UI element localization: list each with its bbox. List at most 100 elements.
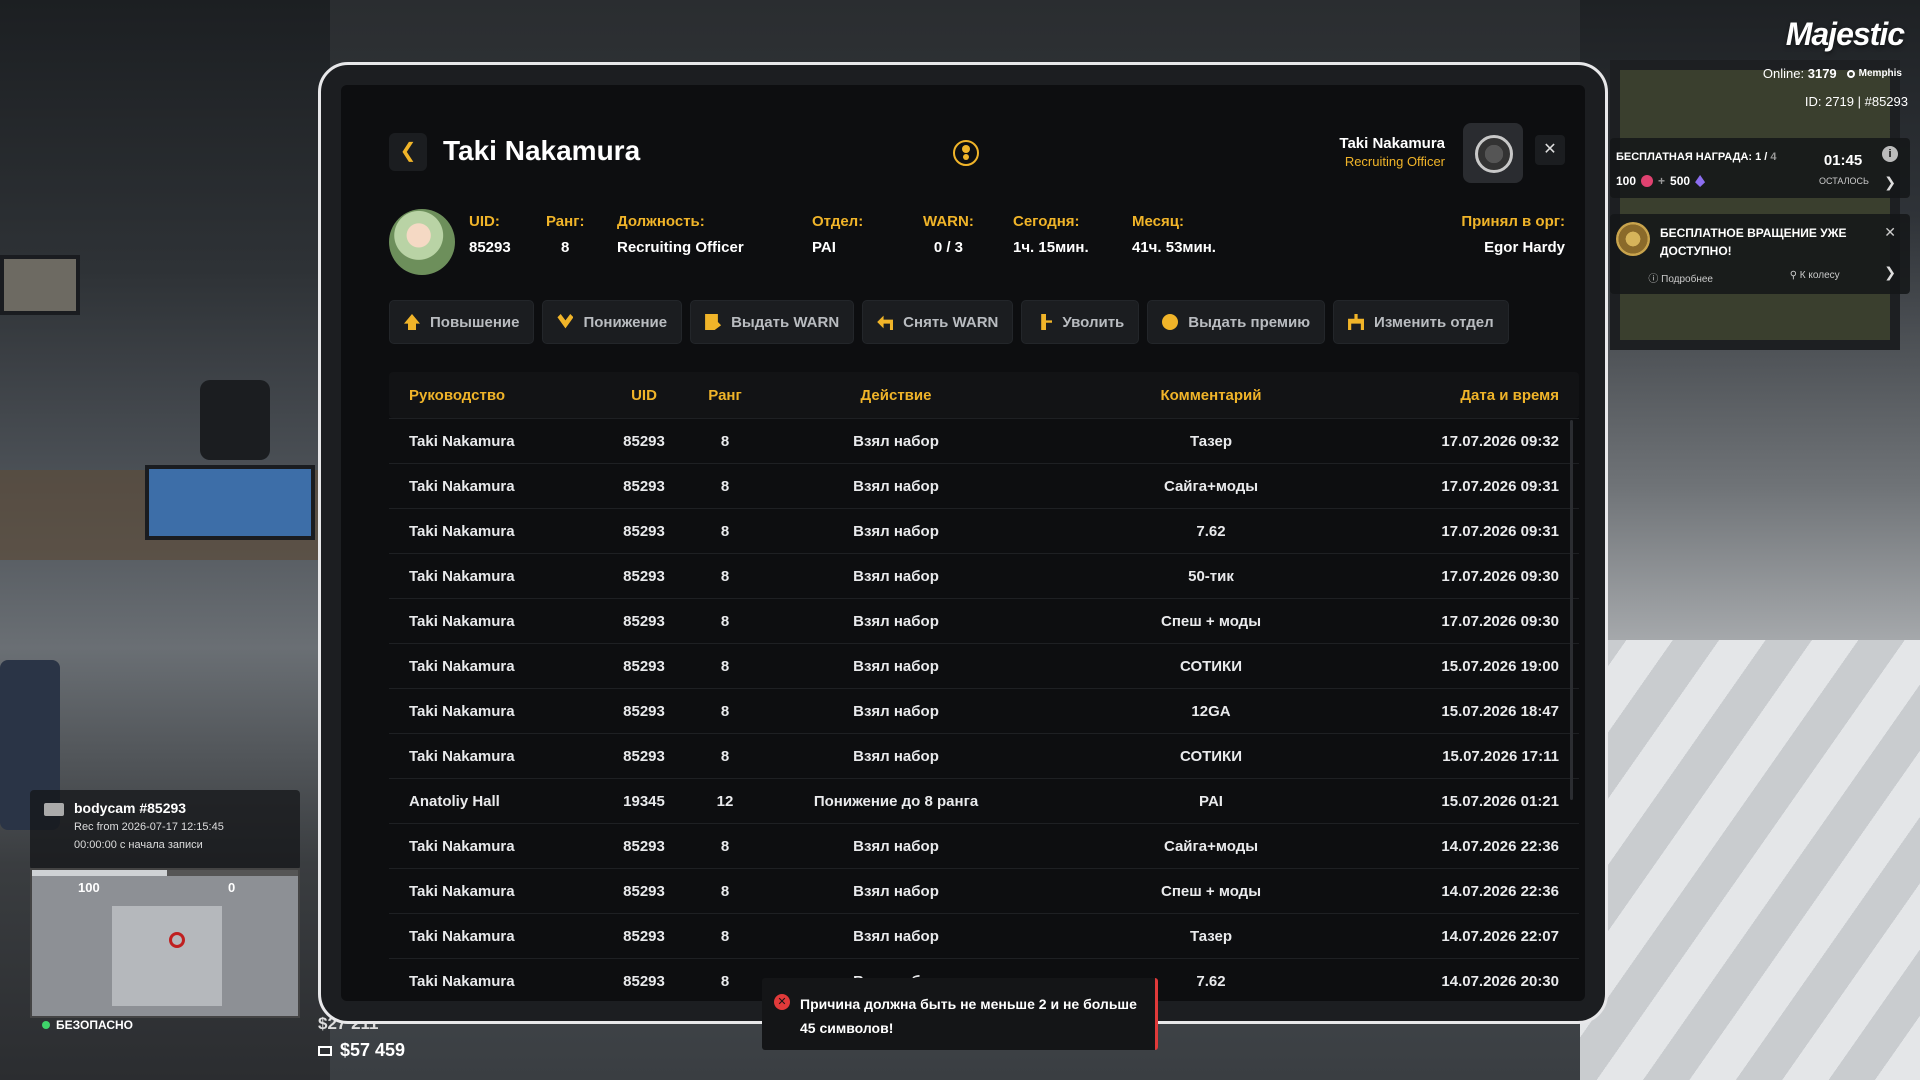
- table-row[interactable]: Taki Nakamura 85293 8 Взял набор Сайга+моды 1…: [389, 823, 1579, 868]
- reward-values: 100 + 500: [1616, 174, 1706, 188]
- free-spin-card[interactable]: БЕСПЛАТНОЕ ВРАЩЕНИЕ УЖЕ ДОСТУПНО! ✕ ⓘ По…: [1610, 214, 1910, 294]
- cell-leader: Taki Nakamura: [409, 837, 515, 855]
- cell-action: Взял набор: [853, 657, 939, 675]
- cell-rank: 8: [720, 972, 730, 990]
- cell-datetime: 15.07.2026 01:21: [1441, 792, 1559, 810]
- table-body[interactable]: Taki Nakamura 85293 8 Взял набор Тазер 17.07.…: [389, 418, 1579, 994]
- give-warn-label: Выдать WARN: [731, 313, 840, 331]
- bodycam-title: bodycam #85293: [74, 800, 187, 816]
- close-icon[interactable]: ✕: [1884, 224, 1896, 241]
- card-icon: [318, 1045, 332, 1056]
- field-uid-value: 85293: [469, 239, 511, 256]
- field-position-label: Должность:: [617, 213, 705, 230]
- table-row[interactable]: Taki Nakamura 85293 8 Взял набор 50-тик 17.07…: [389, 553, 1579, 598]
- health-bar: [32, 870, 298, 876]
- cell-uid: 85293: [623, 747, 665, 765]
- reward-gems: 500: [1670, 174, 1691, 188]
- cell-rank: 8: [720, 927, 730, 945]
- cell-datetime: 14.07.2026 20:30: [1441, 972, 1559, 990]
- spin-wheel-link[interactable]: ⚲ К колесу: [1790, 270, 1840, 285]
- cell-comment: PAI: [1199, 792, 1223, 810]
- gem-icon: [1695, 175, 1706, 187]
- free-reward-card[interactable]: БЕСПЛАТНАЯ НАГРАДА: 1 / 4 100 + 500 01:4…: [1610, 138, 1910, 198]
- table-row[interactable]: Taki Nakamura 85293 8 Взял набор 12GA 15.07.2…: [389, 688, 1579, 733]
- give-bonus-button[interactable]: Выдать премию: [1147, 300, 1326, 344]
- cell-datetime: 17.07.2026 09:32: [1441, 432, 1559, 450]
- give-warn-button[interactable]: Выдать WARN: [690, 300, 855, 344]
- col-comment: Комментарий: [1160, 386, 1262, 404]
- cell-comment: 7.62: [1196, 522, 1226, 540]
- table-row[interactable]: Taki Nakamura 85293 8 Взял набор СОТИКИ 15.07…: [389, 643, 1579, 688]
- online-counter: Online: 3179 Memphis: [1763, 66, 1902, 81]
- table-row[interactable]: Taki Nakamura 85293 8 Взял набор Тазер 14.07.…: [389, 913, 1579, 958]
- table-row[interactable]: Anatoliy Hall 19345 12 Понижение до 8 ранга…: [389, 778, 1579, 823]
- cell-datetime: 17.07.2026 09:30: [1441, 567, 1559, 585]
- cell-action: Взял набор: [853, 432, 939, 450]
- cell-leader: Taki Nakamura: [409, 927, 515, 945]
- reward-plus: +: [1658, 174, 1666, 188]
- close-button[interactable]: ✕: [1535, 135, 1565, 165]
- table-row[interactable]: Taki Nakamura 85293 8 Взял набор 7.62 17.07.2…: [389, 508, 1579, 553]
- cell-rank: 8: [720, 432, 730, 450]
- chevron-right-icon[interactable]: ❯: [1884, 174, 1896, 191]
- cell-rank: 8: [720, 702, 730, 720]
- table-row[interactable]: Taki Nakamura 85293 8 Взял набор Спеш + моды…: [389, 598, 1579, 643]
- cell-leader: Taki Nakamura: [409, 432, 515, 450]
- cell-leader: Taki Nakamura: [409, 747, 515, 765]
- member-panel: ❮ Taki Nakamura Taki Nakamura Recruiting…: [341, 85, 1585, 1001]
- cell-uid: 85293: [623, 927, 665, 945]
- cell-uid: 85293: [623, 477, 665, 495]
- fire-label: Уволить: [1062, 313, 1125, 331]
- wheel-icon: [1616, 222, 1650, 256]
- col-leader: Руководство: [409, 386, 506, 404]
- change-department-button[interactable]: Изменить отдел: [1333, 300, 1509, 344]
- field-hired-by-value: Egor Hardy: [1484, 239, 1565, 256]
- table-row[interactable]: Taki Nakamura 85293 8 Взял набор Сайга+моды 1…: [389, 463, 1579, 508]
- server-icon: [1846, 69, 1855, 78]
- table-header: Руководство UID Ранг Действие Комментари…: [389, 372, 1579, 418]
- col-rank: Ранг: [708, 386, 742, 404]
- cell-leader: Taki Nakamura: [409, 657, 515, 675]
- table-row[interactable]: Taki Nakamura 85293 8 Взял набор Спеш + моды…: [389, 868, 1579, 913]
- zone-label: БЕЗОПАСНО: [56, 1018, 133, 1032]
- cell-rank: 8: [720, 657, 730, 675]
- warn-icon: [705, 314, 722, 330]
- remove-warn-button[interactable]: Снять WARN: [862, 300, 1014, 344]
- demote-button[interactable]: Понижение: [542, 300, 683, 344]
- fire-icon: [1041, 314, 1053, 330]
- faction-emblem-icon: [1463, 123, 1523, 183]
- cell-comment: 12GA: [1191, 702, 1231, 720]
- bank-value: $57 459: [340, 1040, 406, 1060]
- cell-datetime: 17.07.2026 09:30: [1441, 612, 1559, 630]
- cell-comment: 50-тик: [1188, 567, 1234, 585]
- table-row[interactable]: Taki Nakamura 85293 8 Взял набор Тазер 17.07.…: [389, 418, 1579, 463]
- field-rank-label: Ранг:: [546, 213, 585, 230]
- field-today-label: Сегодня:: [1013, 213, 1080, 230]
- cell-leader: Anatoliy Hall: [409, 792, 500, 810]
- cell-uid: 85293: [623, 972, 665, 990]
- spin-details-link[interactable]: ⓘ Подробнее: [1648, 270, 1713, 285]
- cell-comment: Спеш + моды: [1160, 612, 1262, 630]
- promote-button[interactable]: Повышение: [389, 300, 535, 344]
- scrollbar[interactable]: [1570, 420, 1573, 800]
- user-icon: [953, 140, 979, 166]
- demote-label: Понижение: [583, 313, 668, 331]
- health-bar-fill: [32, 870, 167, 876]
- field-month: Месяц: 41ч. 53мин.: [1132, 213, 1216, 256]
- safe-dot-icon: [42, 1021, 50, 1029]
- field-warn: WARN: 0 / 3: [923, 213, 974, 256]
- spin-details-label: Подробнее: [1661, 274, 1713, 285]
- back-button[interactable]: ❮: [389, 133, 427, 171]
- field-hired-by: Принял в орг: Egor Hardy: [1461, 213, 1565, 256]
- table-row[interactable]: Taki Nakamura 85293 8 Взял набор СОТИКИ 15.07…: [389, 733, 1579, 778]
- chevron-right-icon[interactable]: ❯: [1884, 264, 1896, 281]
- cell-datetime: 17.07.2026 09:31: [1441, 522, 1559, 540]
- reward-title-text: БЕСПЛАТНАЯ НАГРАДА: 1 /: [1616, 151, 1768, 163]
- cell-uid: 85293: [623, 432, 665, 450]
- cell-action: Взял набор: [853, 477, 939, 495]
- cell-action: Понижение до 8 ранга: [813, 792, 979, 810]
- info-icon[interactable]: i: [1882, 146, 1898, 162]
- background-monitor: [0, 255, 80, 315]
- bodycam-overlay: bodycam #85293 Rec from 2026-07-17 12:15…: [30, 790, 300, 870]
- fire-button[interactable]: Уволить: [1021, 300, 1140, 344]
